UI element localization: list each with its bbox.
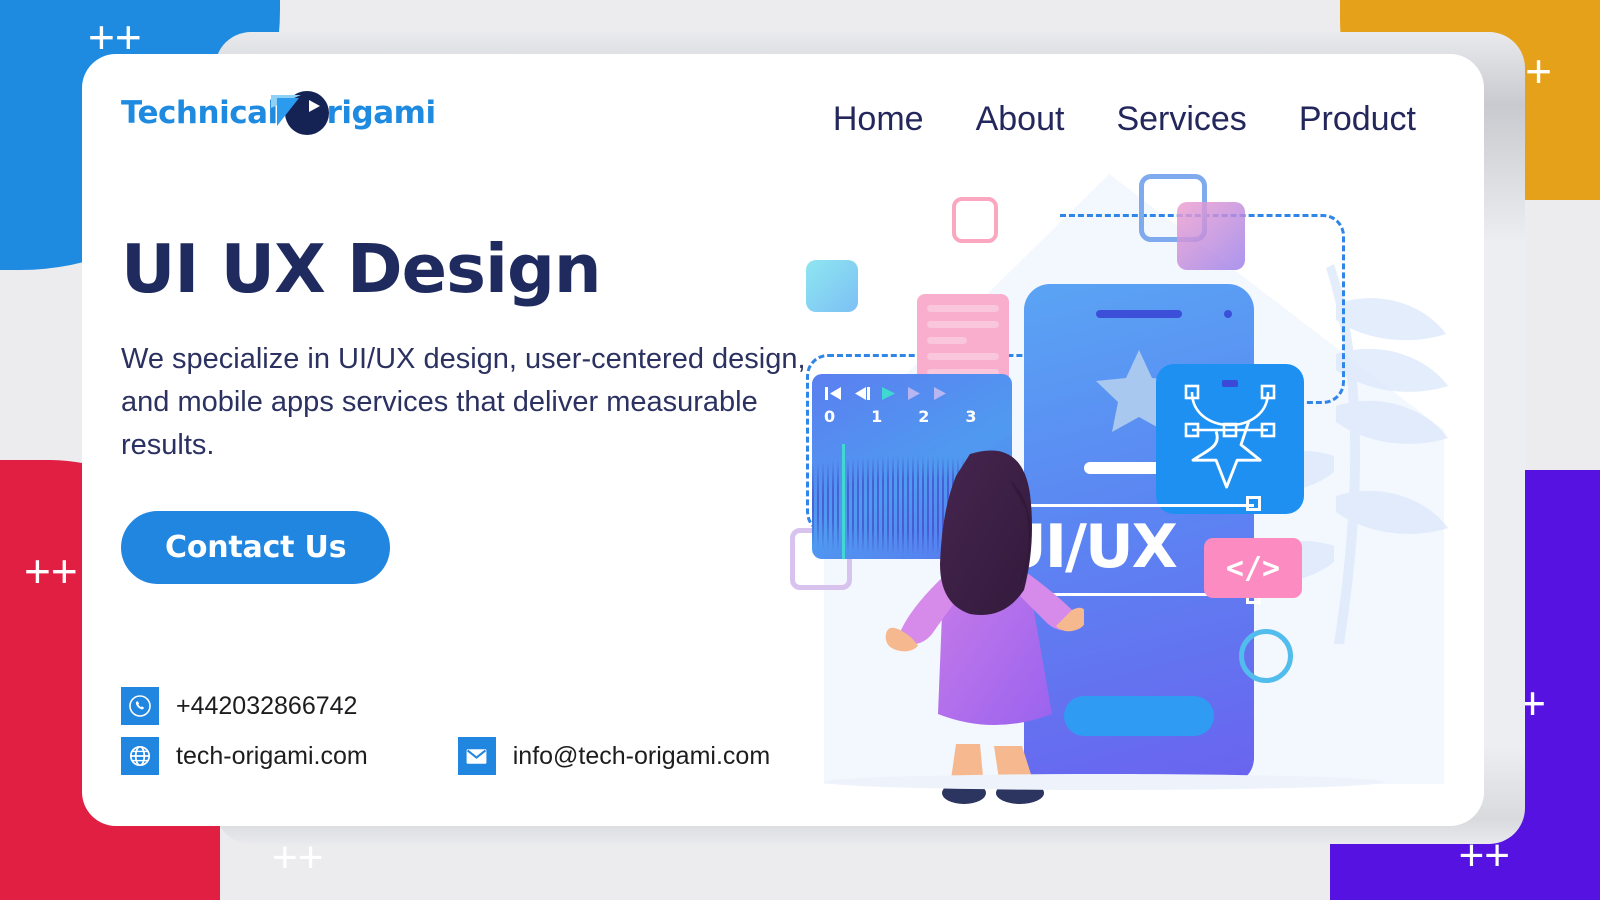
playhead: [842, 444, 845, 559]
code-icon: </>: [1204, 538, 1302, 598]
brand-logo-text-right: rigami: [326, 95, 436, 131]
main-navigation: Home About Services Product: [807, 100, 1442, 139]
contact-row-phone: +442032866742: [121, 687, 881, 725]
envelope-icon: [457, 737, 496, 775]
plus-decor-icon: +: [24, 548, 78, 594]
hero-illustration: 0 1 2 3 UI/UX </>: [784, 164, 1484, 826]
timeline-controls: [812, 374, 1012, 401]
nav-item-product[interactable]: Product: [1273, 100, 1442, 139]
contact-us-button[interactable]: Contact Us: [121, 511, 391, 585]
nav-item-about[interactable]: About: [950, 100, 1091, 139]
decor-square-violet: [1177, 202, 1245, 270]
skip-back-icon: [825, 387, 841, 400]
decor-square-teal: [806, 260, 858, 312]
brand-logo-text-left: Technical: [121, 95, 278, 131]
globe-icon: [121, 737, 159, 775]
contact-website-value: tech-origami.com: [176, 741, 368, 770]
contact-website[interactable]: tech-origami.com: [121, 737, 368, 775]
timeline-tick: 1: [871, 407, 883, 426]
phone-icon: [121, 687, 159, 725]
contact-email-value: info@tech-origami.com: [512, 741, 771, 770]
contact-info: +442032866742 tech-origami.com info@tech…: [121, 687, 881, 775]
brand-logo[interactable]: Technical rigami: [121, 86, 436, 140]
vector-tool-panel: [1156, 364, 1304, 514]
step-back-icon: [855, 387, 870, 400]
illustration-ground-shadow: [824, 774, 1384, 790]
hero-content: UI UX Design We specialize in UI/UX desi…: [121, 230, 861, 585]
timeline-tick: 0: [824, 407, 836, 426]
contact-email[interactable]: info@tech-origami.com: [457, 737, 771, 775]
phone-action-button: [1064, 696, 1214, 736]
contact-row-web-email: tech-origami.com info@tech-origami.com: [121, 737, 881, 775]
phone-speaker: [1096, 310, 1182, 318]
page-title: UI UX Design: [121, 230, 602, 308]
decor-ring-icon: [1239, 629, 1293, 683]
contact-phone-value: +442032866742: [176, 691, 358, 720]
skip-forward-icon: [934, 387, 946, 400]
nav-item-services[interactable]: Services: [1090, 100, 1272, 139]
nav-item-home[interactable]: Home: [807, 100, 950, 139]
selection-handle[interactable]: [1246, 496, 1261, 511]
origami-bird-icon: [270, 88, 329, 138]
person-illustration: [885, 450, 1084, 804]
play-icon: [882, 387, 895, 400]
decor-square-pink-outline: [952, 197, 998, 243]
contact-phone[interactable]: +442032866742: [121, 687, 357, 725]
phone-camera-icon: [1224, 310, 1232, 318]
hero-card: Technical rigami Home About Services Pro…: [82, 54, 1484, 826]
step-forward-icon: [908, 387, 920, 400]
hero-subtitle: We specialize in UI/UX design, user-cent…: [121, 343, 806, 462]
